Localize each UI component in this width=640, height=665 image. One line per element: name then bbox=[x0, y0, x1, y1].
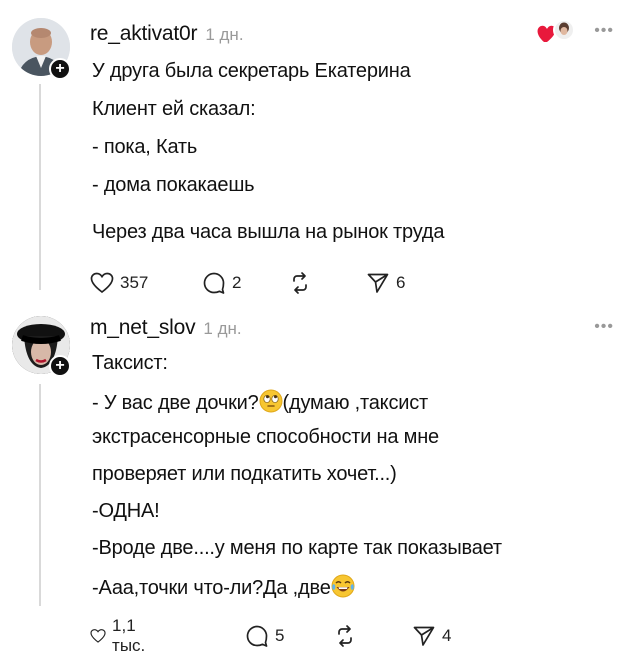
like-count: 1,1 тыс. bbox=[112, 616, 146, 655]
share-button[interactable]: 4 bbox=[412, 623, 451, 649]
follow-plus-badge[interactable]: + bbox=[49, 355, 71, 377]
timestamp: 1 дн. bbox=[203, 319, 242, 338]
send-icon bbox=[413, 626, 435, 646]
heart-icon bbox=[90, 629, 106, 643]
like-button[interactable]: 1,1 тыс. bbox=[90, 616, 153, 655]
post-text-line: -ОДНА! bbox=[92, 500, 160, 522]
post-text-segment: -Ааа,точки что-ли?Да ,две bbox=[92, 577, 331, 599]
post-2: + m_net_slov 1 дн. ••• Таксист: - У вас … bbox=[0, 0, 640, 665]
thread-line bbox=[39, 384, 41, 606]
post-text-line: -Вроде две....у меня по карте так показы… bbox=[92, 537, 502, 559]
comment-button[interactable]: 5 bbox=[245, 623, 284, 649]
post-text-line: -Ааа,точки что-ли?Да ,две bbox=[92, 574, 355, 600]
repost-button[interactable] bbox=[333, 623, 357, 649]
share-count: 4 bbox=[442, 626, 452, 645]
post-text-line: экстрасенсорные способности на мне bbox=[92, 426, 439, 448]
laughing-tears-emoji bbox=[331, 574, 355, 598]
post-text-line: - У вас две дочки? (думаю ,таксист bbox=[92, 389, 428, 415]
post-text-line: Таксист: bbox=[92, 352, 168, 374]
comment-count: 5 bbox=[275, 626, 285, 645]
rolling-eyes-emoji bbox=[259, 389, 283, 413]
more-options-icon[interactable]: ••• bbox=[594, 318, 614, 336]
repost-icon bbox=[338, 625, 352, 647]
username[interactable]: m_net_slov bbox=[90, 316, 196, 340]
post-header: m_net_slov 1 дн. bbox=[90, 316, 242, 342]
post-text-segment: (думаю ,таксист bbox=[282, 392, 429, 414]
post-text-line: проверяет или подкатить хочет...) bbox=[92, 463, 397, 485]
comment-bubble-icon bbox=[246, 625, 268, 647]
post-text-segment: - У вас две дочки? bbox=[92, 392, 259, 414]
